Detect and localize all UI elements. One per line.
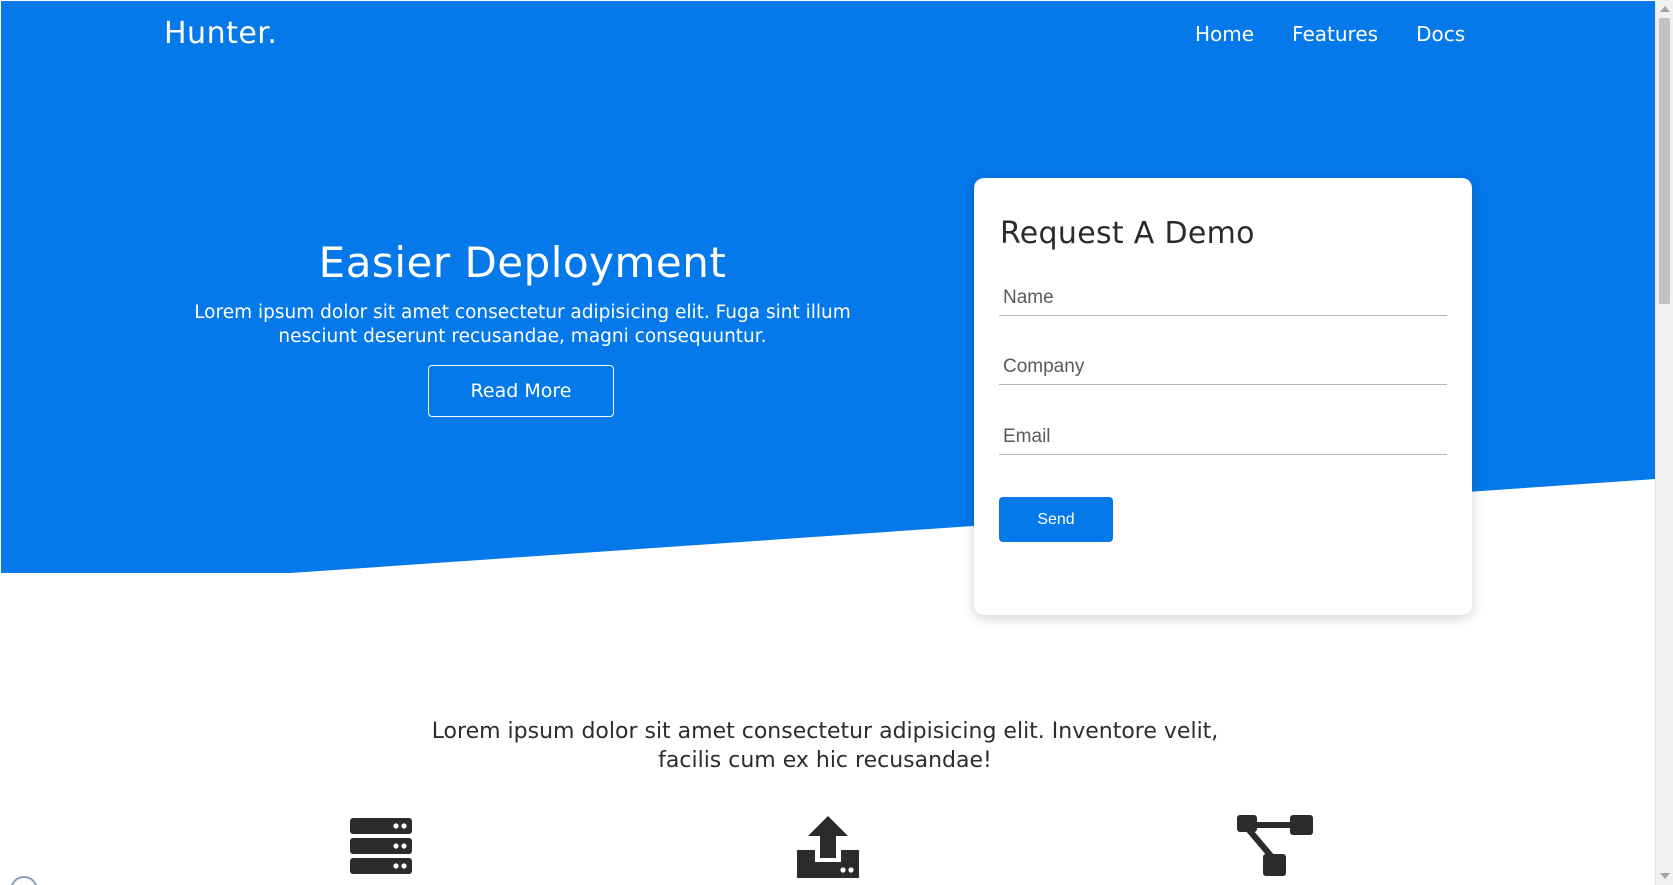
nav-home-link[interactable]: Home — [1195, 22, 1254, 46]
send-button[interactable]: Send — [999, 497, 1113, 542]
hero-content: Easier Deployment Lorem ipsum dolor sit … — [160, 238, 885, 349]
server-icon — [350, 818, 412, 874]
hero-subtitle: Lorem ipsum dolor sit amet consectetur a… — [194, 302, 851, 347]
upload-icon — [797, 816, 859, 878]
chat-widget-icon[interactable] — [10, 876, 38, 885]
scroll-up-arrow-icon[interactable] — [1660, 6, 1670, 12]
page-scrollbar[interactable] — [1655, 0, 1673, 885]
scroll-down-arrow-icon[interactable] — [1660, 873, 1670, 879]
scroll-thumb[interactable] — [1659, 18, 1670, 304]
main-nav: Home Features Docs — [1195, 22, 1503, 46]
landing-page: Hunter. Home Features Docs Easier Deploy… — [0, 0, 1655, 885]
network-icon — [1237, 815, 1313, 876]
name-field[interactable] — [999, 280, 1447, 316]
hero-title: Easier Deployment — [318, 238, 727, 287]
read-more-button[interactable]: Read More — [428, 365, 614, 417]
intro-text: Lorem ipsum dolor sit amet consectetur a… — [431, 719, 1219, 773]
brand-logo[interactable]: Hunter. — [164, 16, 277, 51]
request-demo-card: Request A Demo Send — [974, 178, 1472, 615]
nav-docs-link[interactable]: Docs — [1416, 22, 1465, 46]
request-demo-title: Request A Demo — [1000, 216, 1255, 251]
nav-features-link[interactable]: Features — [1292, 22, 1378, 46]
company-field[interactable] — [999, 349, 1447, 385]
email-field[interactable] — [999, 419, 1447, 455]
